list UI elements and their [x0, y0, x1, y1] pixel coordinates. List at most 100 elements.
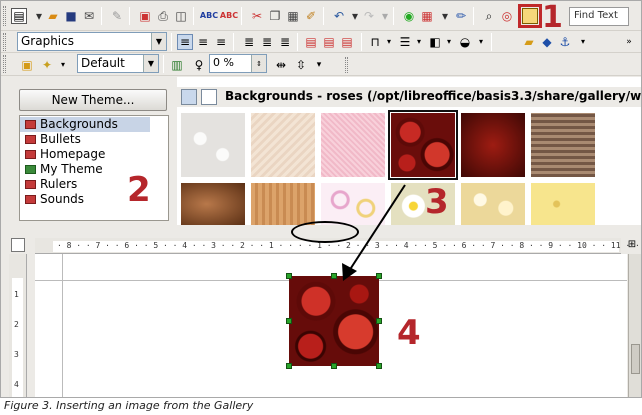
theme-item-bullets[interactable]: Bullets — [20, 132, 150, 147]
toolbar-grip[interactable] — [3, 33, 6, 51]
transparency-icon[interactable]: ♀ — [191, 57, 207, 73]
thumbnail-cheese[interactable] — [531, 183, 595, 225]
theme-item-homepage[interactable]: Homepage — [20, 147, 150, 162]
thumbnail-pink-texture[interactable] — [321, 113, 385, 177]
vertical-ruler[interactable]: 1 2 3 4 — [9, 254, 27, 397]
thumbnail-roses[interactable] — [388, 110, 458, 180]
transparency-field[interactable]: 0 % ⇕ — [209, 54, 267, 73]
wrap-page-icon[interactable]: ≣ — [259, 34, 275, 50]
dropdown-arrow-icon[interactable]: ▾ — [437, 8, 453, 24]
undo-icon[interactable]: ↶ — [331, 8, 347, 24]
flip-vertical-icon[interactable]: ⇳ — [293, 57, 309, 73]
bring-to-front-icon[interactable]: ▰ — [521, 34, 537, 50]
thumbnail-chocolate[interactable] — [181, 183, 245, 225]
area-style-select[interactable]: Default ▼ — [77, 54, 159, 73]
show-draw-functions-icon[interactable]: ✏ — [453, 8, 469, 24]
new-document-icon[interactable]: ▤ — [11, 8, 27, 24]
thumbnail-rings[interactable] — [321, 183, 385, 225]
anchor-icon[interactable]: ⚓ — [557, 34, 573, 50]
scrollbar-thumb[interactable] — [631, 344, 640, 374]
dropdown-arrow-icon[interactable]: ▾ — [575, 34, 591, 50]
graphics-mode-icon[interactable]: ▥ — [169, 57, 185, 73]
theme-label: Bullets — [40, 132, 81, 146]
page-preview-icon[interactable]: ◫ — [173, 8, 189, 24]
chevron-down-icon[interactable]: ▼ — [143, 55, 158, 72]
selection-handle[interactable] — [286, 273, 292, 279]
export-pdf-icon[interactable]: ▣ — [137, 8, 153, 24]
find-text-field[interactable]: Find Text — [569, 7, 629, 26]
area-fill-icon[interactable]: ✦ — [39, 57, 55, 73]
thumbnail-wood[interactable] — [251, 183, 315, 225]
paragraph-style-select[interactable]: Graphics ▼ — [17, 32, 167, 51]
email-icon[interactable]: ✉ — [81, 8, 97, 24]
ruler-tick-label: 1 — [14, 290, 19, 299]
autospellcheck-icon[interactable]: ABC — [220, 8, 238, 24]
align-left-icon[interactable]: ≡ — [177, 34, 193, 50]
document-page[interactable]: 4 — [35, 254, 627, 397]
gallery-panel: New Theme... Backgrounds Bullets Homepag… — [1, 77, 641, 225]
dropdown-arrow-icon[interactable]: ▾ — [411, 34, 427, 50]
toolbar-separator — [297, 33, 298, 51]
thumbnail-red-swirl[interactable] — [461, 113, 525, 177]
align-center-icon[interactable]: ≡ — [195, 34, 211, 50]
new-theme-button[interactable]: New Theme... — [19, 89, 167, 111]
theme-item-backgrounds[interactable]: Backgrounds — [20, 117, 150, 132]
table-icon[interactable]: ▦ — [419, 8, 435, 24]
toolbar-grip[interactable] — [3, 55, 6, 73]
clone-formatting-icon[interactable]: ✐ — [303, 8, 319, 24]
dropdown-arrow-icon[interactable]: ▾ — [381, 34, 397, 50]
thumbnail-burlap[interactable] — [531, 113, 595, 177]
selection-handle[interactable] — [331, 363, 337, 369]
vertical-scrollbar[interactable] — [628, 254, 641, 397]
save-icon[interactable]: ■ — [63, 8, 79, 24]
toolbar-grip[interactable] — [345, 57, 348, 73]
toolbar-overflow-icon[interactable]: » — [621, 34, 637, 50]
callout-number-4: 4 — [397, 313, 421, 353]
hyperlink-icon[interactable]: ◉ — [401, 8, 417, 24]
dropdown-arrow-icon[interactable]: ▾ — [377, 8, 393, 24]
redo-icon[interactable]: ↷ — [361, 8, 377, 24]
ruler-corner-icon[interactable] — [11, 238, 25, 252]
align-justify-icon[interactable]: ≡ — [213, 34, 229, 50]
toolbar-overflow-icon[interactable]: ▾ — [311, 57, 327, 73]
find-replace-icon[interactable]: ⌕ — [481, 8, 497, 24]
open-folder-icon[interactable]: ▰ — [45, 8, 61, 24]
wrap-optimal-icon[interactable]: ≣ — [277, 34, 293, 50]
print-icon[interactable]: ⎙ — [155, 8, 171, 24]
thumbnail-paws[interactable] — [181, 113, 245, 177]
dropdown-arrow-icon[interactable]: ▾ — [441, 34, 457, 50]
toolbar-grip[interactable] — [3, 6, 6, 26]
thumbnail-popcorn[interactable] — [461, 183, 525, 225]
dropdown-arrow-icon[interactable]: ▾ — [55, 57, 71, 73]
selection-handle[interactable] — [286, 363, 292, 369]
wrap-left-icon[interactable]: ▤ — [303, 34, 319, 50]
dropdown-arrow-icon[interactable]: ▾ — [473, 34, 489, 50]
background-color-icon[interactable]: ◒ — [457, 34, 473, 50]
chevron-down-icon[interactable]: ▼ — [151, 33, 166, 50]
edit-file-icon[interactable]: ✎ — [109, 8, 125, 24]
thumbnail-parchment[interactable] — [251, 113, 315, 177]
selection-handle[interactable] — [376, 318, 382, 324]
spin-arrows-icon[interactable]: ⇕ — [251, 55, 266, 72]
inserted-roses-image[interactable] — [289, 276, 379, 366]
wrap-right-icon[interactable]: ▤ — [321, 34, 337, 50]
spellcheck-icon[interactable]: ABC — [200, 8, 218, 24]
selection-handle[interactable] — [376, 273, 382, 279]
wrap-through-icon[interactable]: ▤ — [339, 34, 355, 50]
paste-icon[interactable]: ▦ — [285, 8, 301, 24]
send-to-back-icon[interactable]: ◆ — [539, 34, 555, 50]
wrap-off-icon[interactable]: ≣ — [241, 34, 257, 50]
flip-horizontal-icon[interactable]: ⇹ — [273, 57, 289, 73]
copy-icon[interactable]: ❐ — [267, 8, 283, 24]
navigator-icon[interactable]: ◎ — [499, 8, 515, 24]
cut-icon[interactable]: ✂ — [249, 8, 265, 24]
frame-properties-icon[interactable]: ▣ — [19, 57, 35, 73]
ruler-settings-icon[interactable]: ⊞ — [625, 238, 639, 252]
formatting-toolbar: Graphics ▼ ≡ ≡ ≡ ≣ ≣ ≣ ▤ ▤ ▤ ⊓ ▾ ☰ ▾ ◧ ▾… — [1, 31, 641, 53]
detailed-view-icon[interactable] — [201, 89, 217, 105]
selection-handle[interactable] — [376, 363, 382, 369]
selection-handle[interactable] — [286, 318, 292, 324]
selection-handle[interactable] — [331, 273, 337, 279]
ruler-tick-label: 4 — [14, 380, 19, 389]
icon-view-icon[interactable] — [181, 89, 197, 105]
